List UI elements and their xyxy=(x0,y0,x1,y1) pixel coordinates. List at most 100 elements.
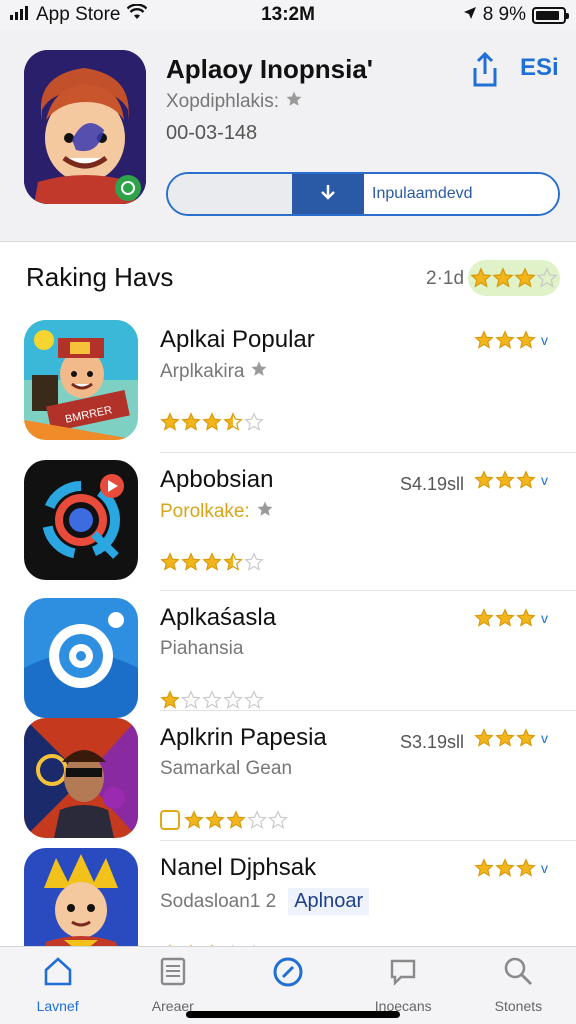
row-divider xyxy=(160,452,576,453)
app-row[interactable]: BMRRER Aplkai Popular v Arplkakira xyxy=(0,320,576,448)
star-icon xyxy=(516,330,536,350)
share-button[interactable] xyxy=(470,51,500,88)
star-icon xyxy=(181,412,201,432)
star-icon xyxy=(244,552,264,572)
chevron-down-icon[interactable]: v xyxy=(541,332,548,348)
wifi-icon xyxy=(126,3,147,26)
app-icon[interactable] xyxy=(24,460,138,580)
battery-text: 8 9% xyxy=(482,4,526,25)
home-indicator xyxy=(186,1011,400,1018)
star-icon xyxy=(247,810,267,830)
app-row-rating: v xyxy=(474,330,548,350)
star-icon xyxy=(268,810,288,830)
star-icon xyxy=(202,412,222,432)
star-icon xyxy=(492,267,514,289)
app-subtitle-text: Porolkake: xyxy=(160,501,250,522)
app-row[interactable]: Apbobsian S4.19sll v Porolkake: xyxy=(0,460,576,588)
star-icon xyxy=(536,267,558,289)
app-subtitle: Sodasloan1 2 Aplnoar xyxy=(160,888,370,915)
app-subtitle-text: Sodasloan1 2 xyxy=(160,890,277,912)
app-title: Aplaoy Inopnsia' xyxy=(166,54,373,84)
star-icon xyxy=(474,728,494,748)
app-row[interactable]: Aplkaśasla v Piahansia xyxy=(0,598,576,726)
star-icon xyxy=(516,858,536,878)
app-icon[interactable] xyxy=(24,50,146,204)
app-icon[interactable]: BMRRER xyxy=(24,320,138,440)
star-icon xyxy=(256,500,274,524)
battery-fill xyxy=(536,10,559,20)
download-icon xyxy=(318,182,338,207)
tab-stonets[interactable]: Stonets xyxy=(461,947,576,1024)
download-segment[interactable] xyxy=(292,174,364,214)
star-icon xyxy=(181,690,201,710)
star-icon xyxy=(474,608,494,628)
row-divider xyxy=(160,840,576,841)
app-subtitle: Samarkal Gean xyxy=(160,758,292,780)
battery-icon xyxy=(532,6,569,24)
star-icon xyxy=(223,412,243,432)
star-icon xyxy=(244,412,264,432)
lock-icon xyxy=(160,810,180,830)
section-rating-badge[interactable] xyxy=(468,260,560,296)
location-icon xyxy=(463,4,477,26)
segment-empty[interactable] xyxy=(168,174,292,214)
share-icon xyxy=(470,51,500,92)
app-subtitle-text: Samarkal Gean xyxy=(160,758,293,779)
app-title[interactable]: Aplkrin Papesia xyxy=(160,724,327,752)
star-icon xyxy=(223,552,243,572)
star-icon xyxy=(474,858,494,878)
app-row-rating: v xyxy=(474,470,548,490)
app-price: S3.19sll xyxy=(400,732,465,752)
app-title[interactable]: Aplkai Popular xyxy=(160,326,315,354)
star-icon xyxy=(250,360,268,384)
chevron-down-icon[interactable]: v xyxy=(541,860,548,876)
app-badge[interactable]: Aplnoar xyxy=(288,888,370,915)
app-row[interactable]: Aplkrin Papesia S3.19sll v Samarkal Gean xyxy=(0,718,576,846)
app-price: S4.19sll xyxy=(400,474,465,494)
edit-button[interactable]: ESi xyxy=(520,54,559,82)
star-icon xyxy=(495,858,515,878)
star-icon xyxy=(226,810,246,830)
app-subtitle-text: Piahansia xyxy=(160,638,244,659)
star-icon xyxy=(244,690,264,710)
star-icon xyxy=(184,810,204,830)
news-icon xyxy=(157,955,189,992)
app-title[interactable]: Aplkaśasla xyxy=(160,604,276,632)
chevron-down-icon[interactable]: v xyxy=(541,610,548,626)
tab-lavnef[interactable]: Lavnef xyxy=(0,947,115,1024)
search-icon xyxy=(502,955,534,992)
chat-icon xyxy=(387,955,419,992)
app-icon[interactable] xyxy=(24,598,138,718)
star-icon xyxy=(160,690,180,710)
app-icon[interactable] xyxy=(24,718,138,838)
segment-label[interactable]: Inpulaamdevd xyxy=(364,174,558,214)
star-icon xyxy=(474,330,494,350)
app-title[interactable]: Nanel Djphsak xyxy=(160,854,316,882)
app-stars xyxy=(160,810,288,830)
compass-icon xyxy=(271,955,305,994)
app-subtitle: Xopdiphlakis: xyxy=(166,90,303,114)
home-icon xyxy=(42,955,74,992)
app-row-rating: v xyxy=(474,728,548,748)
chevron-down-icon[interactable]: v xyxy=(541,472,548,488)
app-subtitle: Arplkakira xyxy=(160,360,268,384)
star-icon xyxy=(495,608,515,628)
app-row-rating: v xyxy=(474,608,548,628)
star-icon xyxy=(514,267,536,289)
star-icon xyxy=(285,90,303,114)
status-right: 8 9% xyxy=(463,4,569,26)
star-icon xyxy=(495,728,515,748)
star-icon xyxy=(202,690,222,710)
app-row-rating: v xyxy=(474,858,548,878)
star-icon xyxy=(516,470,536,490)
star-icon xyxy=(205,810,225,830)
chevron-down-icon[interactable]: v xyxy=(541,730,548,746)
star-icon xyxy=(470,267,492,289)
star-icon xyxy=(495,470,515,490)
star-icon xyxy=(495,330,515,350)
section-title: Raking Havs xyxy=(26,262,174,292)
app-version: 00-03-148 xyxy=(166,122,258,144)
star-icon xyxy=(474,470,494,490)
app-title[interactable]: Apbobsian xyxy=(160,466,273,494)
status-bar: App Store 13:2M 8 9% xyxy=(0,0,576,30)
